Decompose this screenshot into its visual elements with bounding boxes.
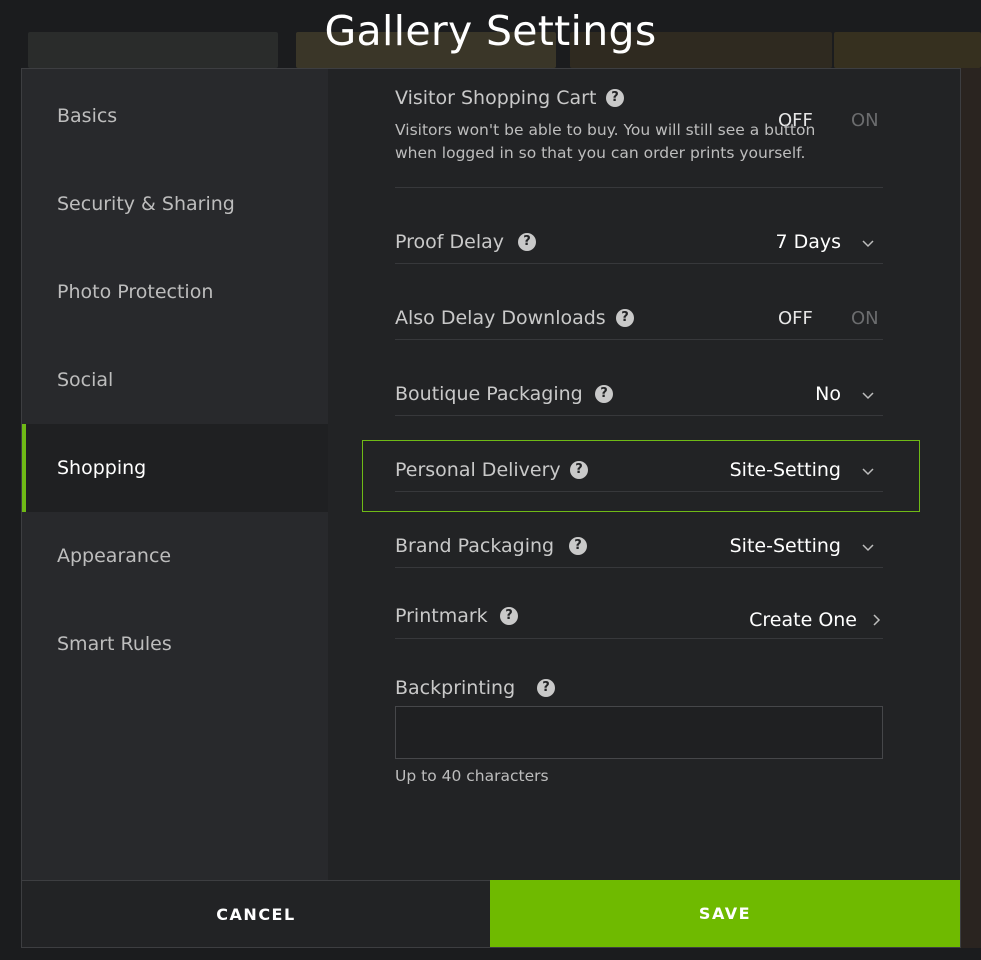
delay-downloads-on-toggle[interactable]: ON: [851, 308, 879, 329]
boutique-packaging-value[interactable]: No: [815, 383, 841, 405]
backprinting-hint: Up to 40 characters: [395, 767, 549, 785]
delay-downloads-off-toggle[interactable]: OFF: [778, 308, 813, 329]
help-icon[interactable]: ?: [570, 461, 588, 479]
personal-delivery-label: Personal Delivery: [395, 459, 561, 481]
visitor-cart-description: Visitors won't be able to buy. You will …: [395, 121, 816, 162]
printmark-label: Printmark: [395, 605, 488, 627]
printmark-create-link[interactable]: Create One: [749, 609, 857, 631]
backprinting-input[interactable]: [395, 706, 883, 759]
help-icon[interactable]: ?: [537, 679, 555, 697]
proof-delay-value[interactable]: 7 Days: [775, 231, 841, 253]
visitor-cart-on-toggle[interactable]: ON: [851, 110, 879, 131]
sidebar-item-shopping[interactable]: Shopping: [22, 424, 328, 512]
personal-delivery-value[interactable]: Site-Setting: [730, 459, 841, 481]
save-button[interactable]: SAVE: [490, 880, 960, 947]
page-title: Gallery Settings: [324, 7, 657, 55]
sidebar-item-photo-protection[interactable]: Photo Protection: [22, 248, 328, 336]
printmark-row[interactable]: Printmark ? Create One: [395, 589, 883, 639]
settings-sidebar: Basics Security & Sharing Photo Protecti…: [22, 69, 328, 880]
chevron-down-icon[interactable]: [861, 464, 875, 478]
chevron-down-icon[interactable]: [861, 388, 875, 402]
delay-downloads-row: Also Delay Downloads ? OFF ON: [395, 285, 883, 340]
personal-delivery-row[interactable]: Personal Delivery ? Site-Setting: [395, 437, 883, 492]
help-icon[interactable]: ?: [500, 607, 518, 625]
backdrop-photo: [961, 68, 981, 948]
sidebar-item-appearance[interactable]: Appearance: [22, 512, 328, 600]
brand-packaging-label: Brand Packaging: [395, 535, 555, 557]
sidebar-item-social[interactable]: Social: [22, 336, 328, 424]
proof-delay-row[interactable]: Proof Delay ? 7 Days: [395, 209, 883, 264]
brand-packaging-value[interactable]: Site-Setting: [730, 535, 841, 557]
dialog-footer: CANCEL SAVE: [22, 880, 960, 947]
help-icon[interactable]: ?: [606, 89, 624, 107]
sidebar-item-basics[interactable]: Basics: [22, 72, 328, 160]
cancel-button[interactable]: CANCEL: [22, 880, 490, 947]
boutique-packaging-row[interactable]: Boutique Packaging ? No: [395, 361, 883, 416]
sidebar-item-security-sharing[interactable]: Security & Sharing: [22, 160, 328, 248]
chevron-right-icon[interactable]: [869, 613, 883, 627]
visitor-cart-row: Visitor Shopping Cart ? OFF ON Visitors …: [395, 83, 883, 188]
chevron-down-icon[interactable]: [861, 236, 875, 250]
sidebar-item-smart-rules[interactable]: Smart Rules: [22, 600, 328, 688]
brand-packaging-row[interactable]: Brand Packaging ? Site-Setting: [395, 513, 883, 568]
settings-dialog: Basics Security & Sharing Photo Protecti…: [21, 68, 961, 948]
backprinting-label: Backprinting: [395, 677, 516, 699]
settings-content: Visitor Shopping Cart ? OFF ON Visitors …: [328, 69, 960, 880]
boutique-packaging-label: Boutique Packaging: [395, 383, 583, 405]
chevron-down-icon[interactable]: [861, 540, 875, 554]
help-icon[interactable]: ?: [518, 233, 536, 251]
proof-delay-label: Proof Delay: [395, 231, 504, 253]
help-icon[interactable]: ?: [595, 385, 613, 403]
help-icon[interactable]: ?: [569, 537, 587, 555]
visitor-cart-label: Visitor Shopping Cart: [395, 87, 597, 109]
help-icon[interactable]: ?: [616, 309, 634, 327]
delay-downloads-label: Also Delay Downloads: [395, 307, 606, 329]
